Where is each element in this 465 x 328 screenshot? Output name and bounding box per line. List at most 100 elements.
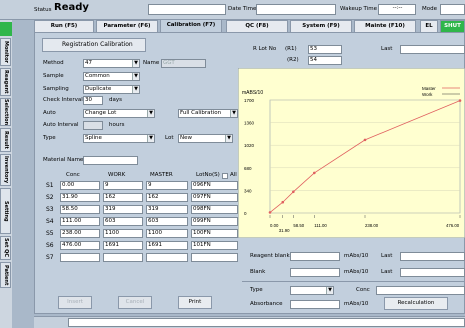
- blank-last-field: [400, 268, 465, 277]
- absorbance-unit: mAbs/10: [344, 301, 369, 307]
- auto-interval-field: [83, 121, 103, 130]
- chevron-down-icon: ▼: [147, 135, 154, 142]
- cell-master[interactable]: [146, 253, 188, 262]
- y-tick-label: 340: [244, 188, 252, 193]
- cell-conc[interactable]: 31.90: [60, 193, 100, 202]
- cell-work[interactable]: 319: [103, 205, 143, 214]
- recalc-type-label: Type: [250, 287, 263, 293]
- calibration-chart: 0340680102013601700mABS/100.00 58.50 111.0…: [238, 68, 465, 238]
- rlot-label: R Lot No: [253, 46, 277, 52]
- cancel-button[interactable]: Cancel: [118, 296, 152, 309]
- side-tab-result[interactable]: Result: [0, 128, 11, 152]
- cell-conc[interactable]: 476.00: [60, 241, 100, 250]
- data-point: [363, 138, 367, 142]
- cell-conc[interactable]: 0.00: [60, 181, 100, 190]
- lot-select[interactable]: New ▼: [178, 134, 233, 143]
- cell-lot[interactable]: 096FN: [191, 181, 238, 190]
- row-id-label: S5: [46, 230, 54, 237]
- cell-work[interactable]: 9: [103, 181, 143, 190]
- cell-lot[interactable]: 100FN: [191, 229, 238, 238]
- chevron-down-icon: ▼: [230, 110, 237, 117]
- cell-work[interactable]: [103, 253, 143, 262]
- cell-master[interactable]: 162: [146, 193, 188, 202]
- auto-interval-label: Auto Interval: [43, 122, 79, 128]
- recalculation-button[interactable]: Recalculation: [384, 297, 448, 310]
- side-tab-monitor[interactable]: Monitor: [0, 38, 11, 66]
- auto-mode-select[interactable]: Full Calibration ▼: [178, 109, 238, 118]
- side-tab-set-qc[interactable]: Set QC: [0, 236, 11, 260]
- cell-lot[interactable]: [191, 253, 238, 262]
- auto-select[interactable]: Change Lot ▼: [83, 109, 155, 118]
- sampling-select[interactable]: Duplicate ▼: [83, 85, 140, 94]
- cell-work[interactable]: 603: [103, 217, 143, 226]
- legend-label-work: Work: [422, 92, 433, 97]
- tab-run[interactable]: Run (F5): [34, 20, 94, 32]
- blank-label: Blank: [250, 269, 266, 275]
- cell-lot[interactable]: 101FN: [191, 241, 238, 250]
- cell-lot[interactable]: 097FN: [191, 193, 238, 202]
- cell-master[interactable]: 1100: [146, 229, 188, 238]
- panel-title: Registration Calibration: [62, 41, 133, 48]
- y-axis-label: mABS/10: [242, 90, 263, 96]
- cell-conc[interactable]: 58.50: [60, 205, 100, 214]
- tab-parameter[interactable]: Parameter (F6): [96, 20, 158, 32]
- rlot-last-label: Last: [381, 46, 393, 52]
- cell-master[interactable]: 319: [146, 205, 188, 214]
- name-field: GGT: [161, 59, 206, 68]
- cell-master[interactable]: 9: [146, 181, 188, 190]
- print-button[interactable]: Print: [178, 296, 212, 309]
- type-label: Type: [43, 135, 56, 141]
- tab-el[interactable]: EL: [420, 20, 438, 32]
- insert-button[interactable]: Insert: [58, 296, 92, 309]
- row-id-label: S1: [46, 182, 54, 189]
- material-name-field[interactable]: [83, 156, 138, 165]
- chevron-down-icon: ▼: [132, 86, 139, 93]
- side-tab-reagent[interactable]: Reagent: [0, 68, 11, 96]
- side-tab-setting-scheme[interactable]: Setting Scheme: [0, 188, 11, 234]
- conc-field[interactable]: [376, 286, 465, 295]
- r2-field: 54: [308, 56, 342, 65]
- cell-master[interactable]: 603: [146, 217, 188, 226]
- name-label: Name: [143, 60, 160, 66]
- tab-calibration[interactable]: Calibration (F7): [160, 19, 222, 32]
- reagent-blank-last-label: Last: [381, 253, 393, 259]
- cell-conc[interactable]: 111.00: [60, 217, 100, 226]
- method-select[interactable]: 47 ▼: [83, 59, 140, 68]
- tab-shutdown[interactable]: SHUT: [440, 20, 465, 32]
- cell-work[interactable]: 1691: [103, 241, 143, 250]
- side-tab-patient[interactable]: Patient: [0, 262, 11, 288]
- side-tab-selection[interactable]: Selection: [0, 98, 11, 126]
- cell-conc[interactable]: [60, 253, 100, 262]
- tab-system[interactable]: System (F9): [290, 20, 352, 32]
- recalc-type-select[interactable]: ▼: [290, 286, 334, 295]
- x-tick-label: 58.50: [293, 223, 304, 228]
- tab-mainte[interactable]: Mainte (F10): [354, 20, 416, 32]
- cell-lot[interactable]: 099FN: [191, 217, 238, 226]
- cell-conc[interactable]: 238.00: [60, 229, 100, 238]
- type-select[interactable]: Spline ▼: [83, 134, 155, 143]
- cell-work[interactable]: 1100: [103, 229, 143, 238]
- absorbance-label: Absorbance: [250, 301, 283, 307]
- col-header-work: WORK: [108, 172, 126, 178]
- sample-select[interactable]: Common ▼: [83, 72, 140, 81]
- tab-qc[interactable]: QC (F8): [226, 20, 288, 32]
- check-interval-field[interactable]: 30: [83, 96, 103, 105]
- y-tick-label: 1020: [244, 143, 255, 148]
- reagent-blank-label: Reagent blank: [250, 253, 290, 259]
- divider: [242, 281, 465, 282]
- side-tab-inventory[interactable]: Inventory: [0, 154, 11, 186]
- absorbance-field[interactable]: [290, 300, 340, 309]
- all-checkbox[interactable]: [222, 173, 228, 179]
- x-tick-label: 476.00: [446, 223, 460, 228]
- blank-last-label: Last: [381, 269, 393, 275]
- conc-label: Conc: [356, 287, 370, 293]
- datetime-field: [256, 4, 336, 15]
- mode-label: Mode: [422, 6, 437, 12]
- check-interval-unit: days: [109, 97, 122, 103]
- status-field: [148, 4, 226, 15]
- cell-master[interactable]: 1691: [146, 241, 188, 250]
- row-id-label: S4: [46, 218, 54, 225]
- cell-work[interactable]: 162: [103, 193, 143, 202]
- cell-lot[interactable]: 098FN: [191, 205, 238, 214]
- chevron-down-icon: ▼: [225, 135, 232, 142]
